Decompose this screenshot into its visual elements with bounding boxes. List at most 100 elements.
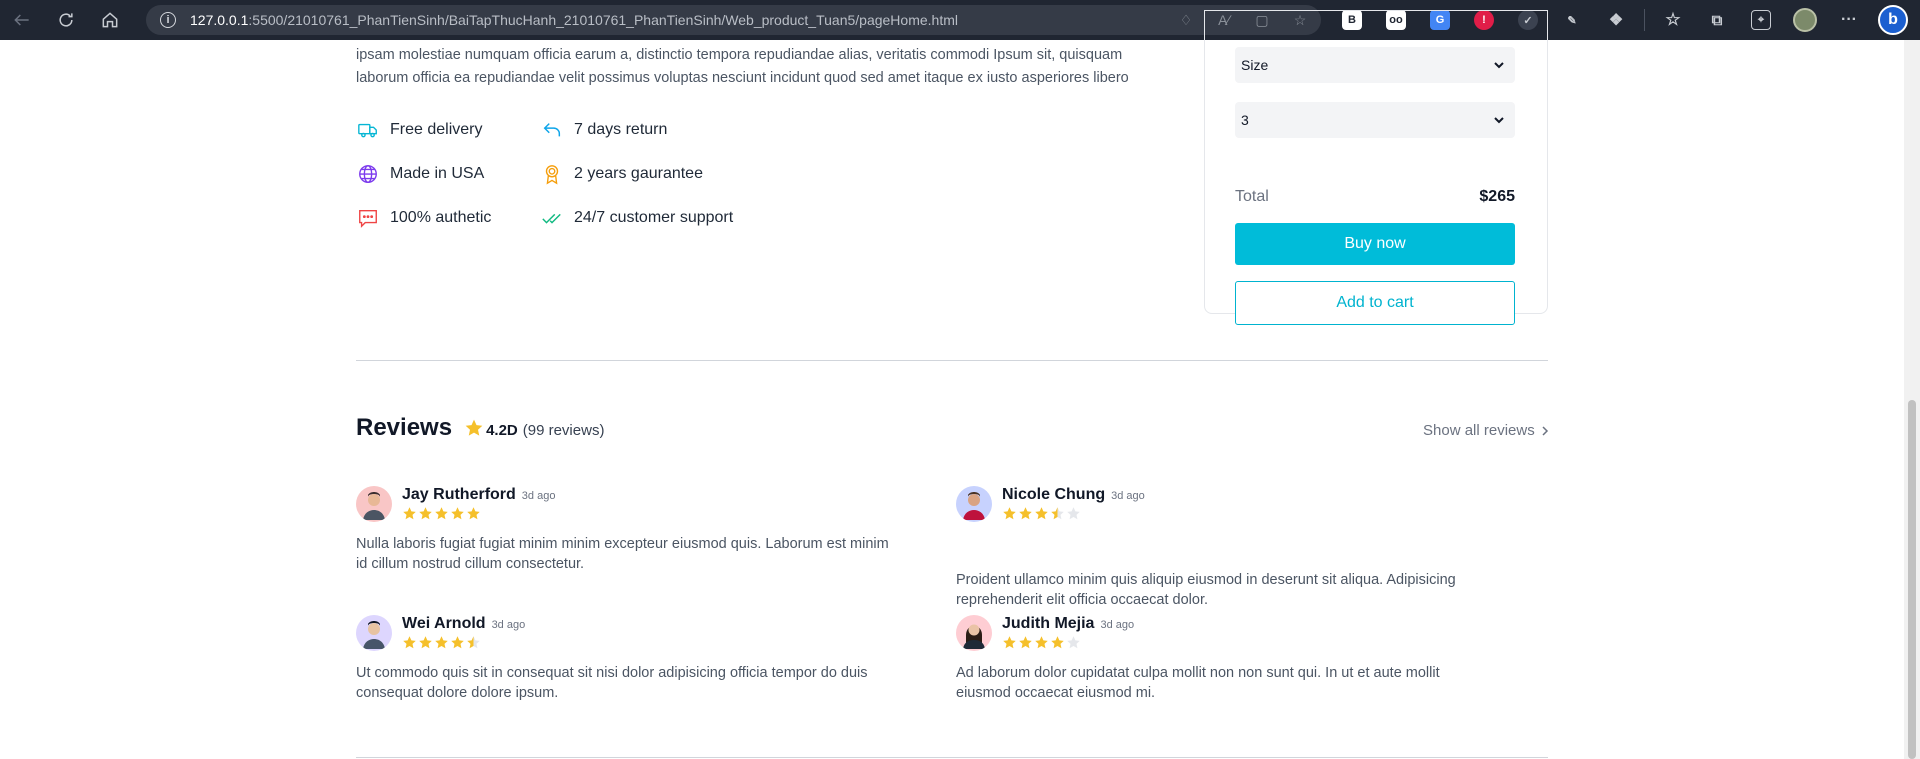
total-row: Total $265 bbox=[1235, 188, 1515, 206]
globe-icon bbox=[356, 162, 380, 186]
rating-stars bbox=[402, 506, 555, 521]
rating-stars bbox=[1002, 506, 1145, 521]
review-time: 3d ago bbox=[1100, 619, 1135, 631]
show-all-label: Show all reviews bbox=[1423, 422, 1535, 439]
reviews-count: (99 reviews) bbox=[522, 422, 605, 439]
star-icon bbox=[1019, 507, 1032, 520]
home-icon bbox=[102, 12, 118, 28]
review-text: Ut commodo quis sit in consequat sit nis… bbox=[356, 665, 868, 701]
reviewer-name: Nicole Chung bbox=[1002, 486, 1106, 503]
review-time: 3d ago bbox=[521, 490, 556, 502]
star-icon bbox=[1051, 507, 1064, 520]
star-icon bbox=[465, 419, 483, 436]
total-label: Total bbox=[1235, 188, 1269, 205]
refresh-button[interactable] bbox=[44, 0, 88, 40]
reviewer-name: Judith Mejia bbox=[1002, 615, 1095, 632]
chevron-down-icon bbox=[1494, 62, 1504, 69]
feature-guarantee: 2 years gaurantee bbox=[540, 162, 760, 186]
product-description: ipsam molestiae numquam officia earum a,… bbox=[356, 47, 1129, 86]
review-text: Ad laborum dolor cupidatat culpa mollit … bbox=[956, 665, 1440, 701]
address-bar[interactable]: i 127.0.0.1:5500/21010761_PhanTienSinh/B… bbox=[146, 5, 1321, 35]
back-button[interactable] bbox=[0, 0, 44, 40]
review-time: 3d ago bbox=[491, 619, 526, 631]
reviews-header: Reviews 4.2D (99 reviews) bbox=[356, 414, 604, 442]
truck-icon bbox=[356, 118, 380, 142]
browser-toolbar: i 127.0.0.1:5500/21010761_PhanTienSinh/B… bbox=[0, 0, 1920, 40]
size-select-value: Size bbox=[1241, 57, 1269, 73]
buy-now-button[interactable]: Buy now bbox=[1235, 223, 1515, 265]
profile-avatar[interactable] bbox=[1783, 0, 1827, 40]
person-avatar-icon bbox=[963, 624, 985, 649]
size-select[interactable]: Size bbox=[1235, 47, 1515, 83]
star-icon bbox=[1067, 507, 1080, 520]
page-scrollbar[interactable] bbox=[1904, 40, 1920, 759]
tag-icon[interactable]: ♢ bbox=[1173, 12, 1199, 29]
person-avatar-icon bbox=[363, 621, 385, 649]
star-icon bbox=[435, 636, 448, 649]
more-options-icon[interactable]: ··· bbox=[1827, 0, 1871, 40]
star-icon bbox=[419, 636, 432, 649]
star-icon bbox=[1035, 636, 1048, 649]
reviewer-name: Wei Arnold bbox=[402, 615, 486, 632]
feature-support: 24/7 customer support bbox=[540, 206, 760, 230]
feature-authentic: 100% authetic bbox=[356, 206, 540, 230]
feature-label: 7 days return bbox=[574, 121, 668, 138]
review-card: Nicole Chung 3d ago Proident ullamco mini… bbox=[956, 486, 1496, 610]
home-button[interactable] bbox=[88, 0, 132, 40]
star-icon bbox=[403, 507, 416, 520]
feature-label: 24/7 customer support bbox=[574, 209, 734, 226]
feature-label: Made in USA bbox=[390, 165, 485, 182]
rating-stars bbox=[402, 635, 525, 650]
reviewer-name: Jay Rutherford bbox=[402, 486, 516, 503]
section-divider bbox=[356, 360, 1548, 361]
feature-free-delivery: Free delivery bbox=[356, 118, 540, 142]
reviews-title: Reviews bbox=[356, 414, 453, 441]
star-icon bbox=[1067, 636, 1080, 649]
product-features: Free delivery 7 days return Made in USA … bbox=[356, 118, 760, 230]
chevron-down-icon bbox=[1494, 117, 1504, 124]
star-icon bbox=[419, 507, 432, 520]
return-arrow-icon bbox=[540, 118, 564, 142]
arrow-left-icon bbox=[14, 14, 29, 26]
show-all-reviews-link[interactable]: Show all reviews bbox=[1423, 422, 1551, 439]
feature-return: 7 days return bbox=[540, 118, 760, 142]
star-icon bbox=[1003, 636, 1016, 649]
star-icon bbox=[435, 507, 448, 520]
site-info-icon[interactable]: i bbox=[160, 12, 176, 28]
toolbar-divider bbox=[1644, 9, 1645, 31]
double-check-icon bbox=[540, 206, 564, 230]
url-text: 127.0.0.1:5500/21010761_PhanTienSinh/Bai… bbox=[190, 12, 958, 28]
reviews-score: 4.2D bbox=[486, 422, 518, 439]
feature-made-in-usa: Made in USA bbox=[356, 162, 540, 186]
bing-copilot-icon[interactable]: b bbox=[1871, 0, 1915, 40]
star-icon bbox=[403, 636, 416, 649]
product-page: ipsam molestiae numquam officia earum a,… bbox=[0, 10, 1920, 759]
avatar bbox=[956, 615, 992, 651]
quantity-select-value: 3 bbox=[1241, 112, 1249, 128]
favorites-icon[interactable]: ☆ bbox=[1651, 0, 1695, 40]
feature-label: 100% authetic bbox=[390, 209, 492, 226]
review-card: Judith Mejia 3d ago Ad laborum dolor cupi… bbox=[956, 615, 1496, 703]
extensions-puzzle-icon[interactable]: ❖ bbox=[1594, 0, 1638, 40]
scrollbar-thumb[interactable] bbox=[1908, 400, 1916, 759]
review-text: Nulla laboris fugiat fugiat minim minim … bbox=[356, 536, 889, 572]
rating-stars bbox=[1002, 635, 1134, 650]
total-value: $265 bbox=[1479, 188, 1515, 205]
add-to-cart-button[interactable]: Add to cart bbox=[1235, 281, 1515, 325]
quantity-select[interactable]: 3 bbox=[1235, 102, 1515, 138]
review-card: Wei Arnold 3d ago Ut commodo quis sit in … bbox=[356, 615, 896, 703]
star-icon bbox=[451, 636, 464, 649]
review-text: Proident ullamco minim quis aliquip eius… bbox=[956, 572, 1456, 608]
extension-pen-icon[interactable]: ✎ bbox=[1550, 0, 1594, 40]
chat-icon bbox=[356, 206, 380, 230]
screenshot-icon[interactable]: ⌖ bbox=[1739, 0, 1783, 40]
review-card: Jay Rutherford 3d ago Nulla laboris fugia… bbox=[356, 486, 896, 574]
feature-label: 2 years gaurantee bbox=[574, 165, 703, 182]
refresh-icon bbox=[59, 13, 73, 27]
avatar bbox=[356, 615, 392, 651]
collections-icon[interactable]: ⧉ bbox=[1695, 0, 1739, 40]
section-divider bbox=[356, 757, 1548, 758]
avatar bbox=[356, 486, 392, 522]
star-icon bbox=[1003, 507, 1016, 520]
review-time: 3d ago bbox=[1111, 490, 1145, 502]
